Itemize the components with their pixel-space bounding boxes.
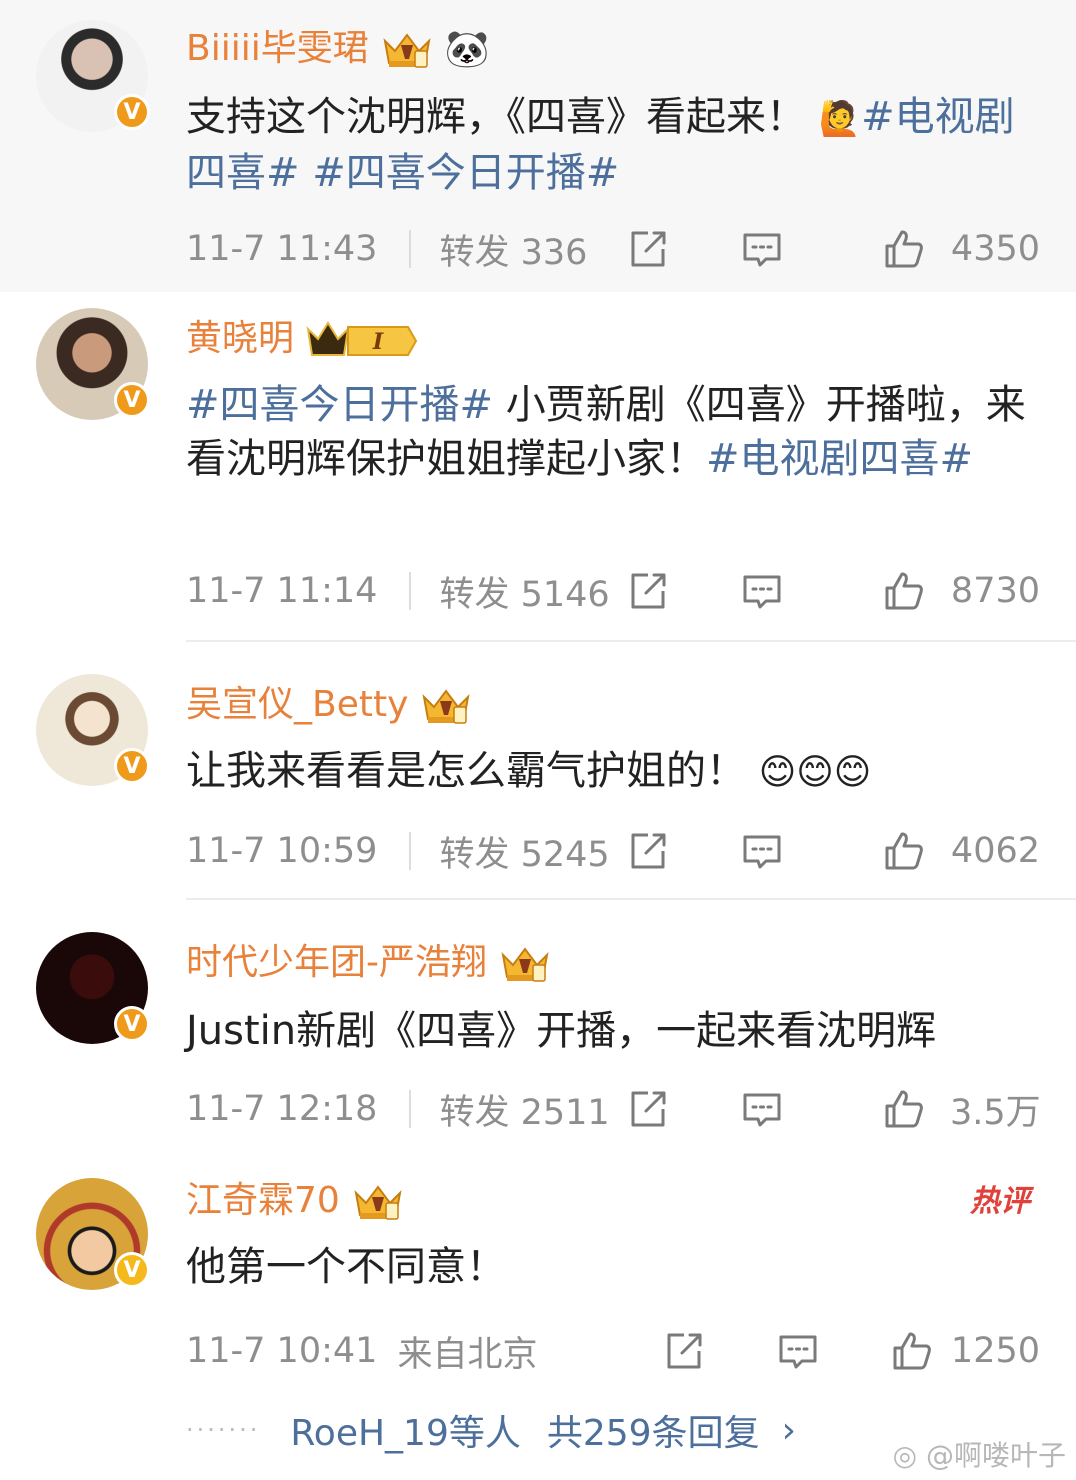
hashtag-link[interactable]: #电视剧四喜#: [706, 436, 973, 482]
hot-comment-badge: 热评: [970, 1184, 1030, 1219]
watermark: ◎ @啊喽叶子: [893, 1434, 1066, 1474]
crown-badge-icon: [497, 941, 553, 985]
verified-badge-icon: V: [114, 1252, 150, 1288]
timestamp: 11-7 10:59: [186, 831, 378, 871]
repost-count[interactable]: 转发 5245: [439, 826, 609, 877]
timestamp: 11-7 12:18: [186, 1089, 378, 1129]
vip-level-badge-icon: I: [306, 321, 418, 356]
avatar[interactable]: V: [36, 20, 150, 132]
username[interactable]: Biiiii毕雯珺 🐼: [186, 24, 490, 74]
divider: [409, 832, 412, 870]
hashtag-link[interactable]: #四喜今日开播#: [312, 150, 619, 196]
timestamp: 11-7 11:14: [186, 571, 378, 611]
comment-icon[interactable]: [740, 227, 784, 271]
verified-badge-icon: V: [114, 382, 150, 418]
comment-icon[interactable]: [740, 1087, 784, 1131]
crown-badge-icon: [350, 1179, 406, 1223]
comment-meta: 11-7 12:18 转发 2511 3.5万: [186, 1084, 1041, 1135]
like-count: 8730: [950, 571, 1040, 611]
share-icon[interactable]: [626, 1087, 670, 1131]
comment-icon[interactable]: [740, 829, 784, 873]
crown-badge-icon: [379, 27, 435, 71]
share-icon[interactable]: [626, 569, 670, 613]
divider: [409, 1090, 412, 1128]
comment-icon[interactable]: [740, 569, 784, 613]
comment-item: V 时代少年团-严浩翔 Justin新剧《四喜》开播，一起来看沈明辉 11-7 …: [0, 900, 1076, 1158]
like-icon[interactable]: [882, 569, 926, 613]
comment-text: 他第一个不同意！: [186, 1240, 1040, 1294]
comment-item: V 吴宣仪_Betty 让我来看看是怎么霸气护姐的！ 😊😊😊 11-7 10:5…: [0, 642, 1076, 900]
timestamp: 11-7 10:41: [186, 1331, 378, 1371]
username-text[interactable]: Biiiii毕雯珺: [186, 24, 369, 74]
username[interactable]: 黄晓明 I: [186, 314, 420, 364]
like-count: 4350: [950, 229, 1040, 269]
comment-icon[interactable]: [776, 1329, 820, 1373]
comment-body: 支持这个沈明辉，《四喜》看起来！: [186, 94, 806, 140]
svg-text:I: I: [372, 329, 384, 355]
username-text[interactable]: 黄晓明: [186, 314, 294, 364]
replies-count[interactable]: 共259条回复: [547, 1404, 760, 1456]
comment-text: 让我来看看是怎么霸气护姐的！ 😊😊😊: [186, 744, 1040, 800]
divider: [409, 572, 412, 610]
raise-hand-emoji-icon: 🙋: [818, 99, 862, 139]
comment-meta: 11-7 10:59 转发 5245 4062: [186, 826, 1040, 876]
comment-meta: 11-7 11:14 转发 5146 8730: [186, 566, 1040, 616]
comment-text: 支持这个沈明辉，《四喜》看起来！ 🙋#电视剧四喜# #四喜今日开播#: [186, 90, 1040, 200]
username[interactable]: 吴宣仪_Betty: [186, 680, 474, 730]
username-text[interactable]: 江奇霖70: [186, 1176, 340, 1226]
verified-badge-icon: V: [114, 94, 150, 130]
timestamp: 11-7 11:43: [186, 229, 378, 269]
comment-item: V 黄晓明 I #四喜今日开播# 小贾新剧《四喜》开播啦，来看沈明辉保护姐姐撑起…: [0, 292, 1076, 642]
watermark-text: @啊喽叶子: [925, 1439, 1066, 1472]
crown-badge-icon: [418, 683, 474, 727]
comment-body: 让我来看看是怎么霸气护姐的！: [186, 748, 746, 794]
repost-count[interactable]: 转发 5146: [439, 566, 609, 617]
comment-text: #四喜今日开播# 小贾新剧《四喜》开播啦，来看沈明辉保护姐姐撑起小家！#电视剧四…: [186, 378, 1040, 486]
verified-badge-icon: V: [114, 748, 150, 784]
verified-badge-icon: V: [114, 1006, 150, 1042]
like-icon[interactable]: [882, 829, 926, 873]
comment-meta: 11-7 11:43 转发 336 4350: [186, 224, 1040, 274]
like-icon[interactable]: [882, 1087, 926, 1131]
share-icon[interactable]: [662, 1329, 706, 1373]
username[interactable]: 江奇霖70: [186, 1176, 406, 1226]
repost-count[interactable]: 转发 336: [439, 224, 587, 275]
like-count: 3.5万: [950, 1092, 1041, 1133]
like-count: 4062: [950, 831, 1040, 871]
location-label: 来自北京: [397, 1334, 538, 1375]
weibo-logo-icon: ◎: [892, 1439, 918, 1472]
like-count: 1250: [950, 1331, 1040, 1371]
comment-item: V Biiiii毕雯珺 🐼 支持这个沈明辉，《四喜》看起来！ 🙋#电视剧四喜# …: [0, 0, 1076, 292]
replies-who[interactable]: RoeH_19等人: [290, 1404, 520, 1456]
username-text[interactable]: 时代少年团-严浩翔: [186, 938, 487, 988]
smile-emoji-icon: 😊😊😊: [758, 752, 872, 793]
replies-link[interactable]: ······· RoeH_19等人 共259条回复 ›: [186, 1402, 796, 1458]
chevron-right-icon[interactable]: ›: [782, 1410, 796, 1451]
comment-body: 他第一个不同意！: [186, 1244, 506, 1290]
comment-text: Justin新剧《四喜》开播，一起来看沈明辉: [186, 1004, 1040, 1058]
hashtag-link[interactable]: #四喜今日开播#: [186, 382, 493, 428]
replies-dots: ·······: [186, 1416, 261, 1444]
repost-count[interactable]: 转发 2511: [439, 1084, 609, 1135]
avatar[interactable]: V: [36, 1178, 150, 1290]
comment-meta: 11-7 10:41 来自北京 1250: [186, 1326, 1040, 1376]
avatar[interactable]: V: [36, 932, 150, 1044]
like-icon[interactable]: [890, 1329, 934, 1373]
share-icon[interactable]: [626, 829, 670, 873]
share-icon[interactable]: [626, 227, 670, 271]
username-text[interactable]: 吴宣仪_Betty: [186, 680, 408, 730]
avatar[interactable]: V: [36, 308, 150, 420]
like-icon[interactable]: [882, 227, 926, 271]
username[interactable]: 时代少年团-严浩翔: [186, 938, 553, 988]
panda-icon: 🐼: [444, 29, 490, 70]
divider: [409, 230, 412, 268]
comment-body: Justin新剧《四喜》开播，一起来看沈明辉: [186, 1008, 937, 1054]
avatar[interactable]: V: [36, 674, 150, 786]
